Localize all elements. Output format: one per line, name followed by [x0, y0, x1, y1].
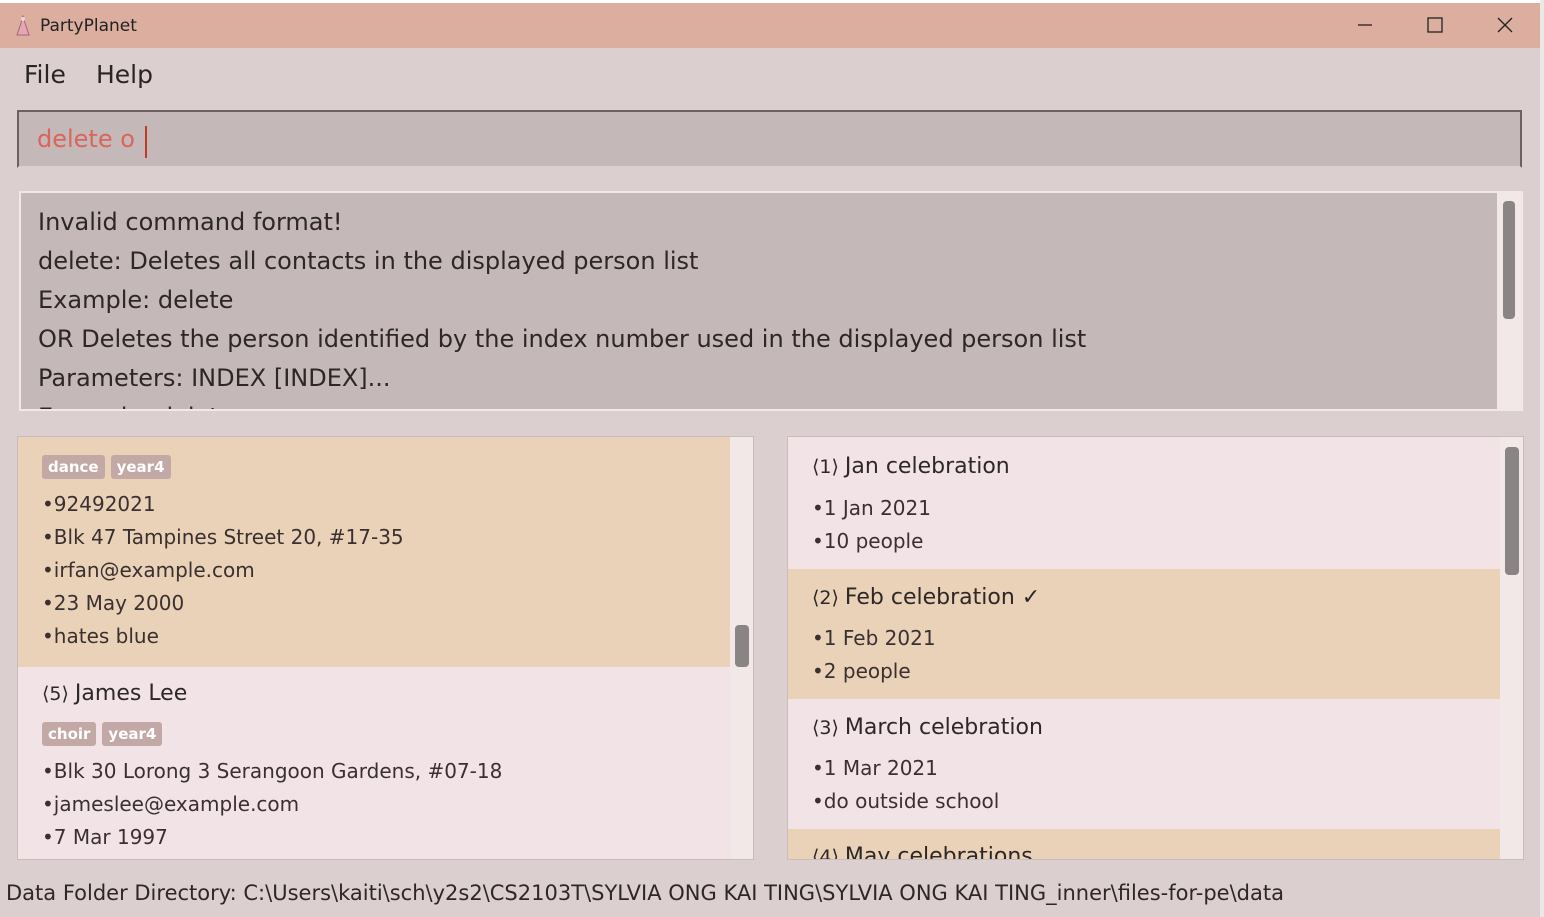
result-line: OR Deletes the person identified by the …	[38, 325, 1087, 353]
party-index: ⟨1⟩	[812, 456, 839, 478]
result-line: Example: delete	[38, 398, 1498, 409]
close-icon	[1497, 17, 1513, 33]
party-date: •1 Jan 2021	[812, 496, 931, 520]
party-card[interactable]: ⟨4⟩ May celebrations	[788, 829, 1500, 860]
person-tags: choir year4	[42, 722, 168, 746]
party-remark: •2 people	[812, 659, 911, 683]
maximize-button[interactable]	[1400, 3, 1470, 48]
party-name: Feb celebration ✓	[844, 585, 1041, 610]
person-phone: •92492021	[42, 492, 156, 516]
person-address: •Blk 30 Lorong 3 Serangoon Gardens, #07-…	[42, 759, 503, 783]
tag: year4	[110, 455, 171, 479]
person-tags: dance year4	[42, 455, 177, 479]
menu-file[interactable]: File	[24, 60, 66, 89]
person-email: •jameslee@example.com	[42, 792, 300, 816]
person-remark: •hates blue	[42, 624, 159, 648]
person-address: •Blk 47 Tampines Street 20, #17-35	[42, 525, 404, 549]
menu-help[interactable]: Help	[96, 60, 153, 89]
result-display[interactable]: Invalid command format! delete: Deletes …	[19, 191, 1523, 411]
status-bar-path: Data Folder Directory: C:\Users\kaiti\sc…	[6, 881, 1284, 905]
person-card[interactable]: ⟨5⟩ James Lee choir year4 •Blk 30 Lorong 3…	[18, 667, 730, 859]
person-birthday: •23 May 2000	[42, 591, 185, 615]
maximize-icon	[1427, 17, 1443, 33]
person-name: James Lee	[74, 681, 188, 706]
result-scrollbar[interactable]	[1497, 193, 1521, 409]
menu-bar: File Help	[0, 48, 1540, 103]
person-list-scrollbar[interactable]	[730, 437, 753, 859]
party-index: ⟨3⟩	[812, 717, 839, 739]
tag: dance	[42, 455, 105, 479]
person-card[interactable]: dance year4 •92492021 •Blk 47 Tampines St…	[18, 437, 730, 667]
person-card-header: ⟨5⟩ James Lee	[42, 681, 187, 706]
party-card[interactable]: ⟨1⟩ Jan celebration •1 Jan 2021 •10 peopl…	[788, 437, 1500, 569]
window-title: PartyPlanet	[40, 16, 137, 36]
party-index: ⟨4⟩	[812, 846, 839, 860]
tag: year4	[102, 722, 163, 746]
party-list-scrollbar-thumb[interactable]	[1505, 447, 1519, 575]
party-card-header: ⟨1⟩ Jan celebration	[812, 454, 1010, 479]
result-line: Parameters: INDEX [INDEX]...	[38, 364, 391, 392]
result-line: Invalid command format!	[38, 208, 343, 236]
party-card-header: ⟨3⟩ March celebration	[812, 715, 1043, 740]
party-date: •1 Feb 2021	[812, 626, 936, 650]
party-index: ⟨2⟩	[812, 587, 839, 609]
party-list-scrollbar[interactable]	[1500, 437, 1523, 859]
close-button[interactable]	[1470, 3, 1540, 48]
person-index: ⟨5⟩	[42, 683, 69, 705]
person-email: •irfan@example.com	[42, 558, 255, 582]
party-card-header: ⟨4⟩ May celebrations	[812, 844, 1033, 860]
tag: choir	[42, 722, 97, 746]
result-line: Example: delete	[38, 286, 234, 314]
text-caret	[145, 126, 147, 158]
background-window-edge	[1540, 0, 1544, 917]
result-text: Invalid command format! delete: Deletes …	[38, 203, 1498, 409]
title-bar[interactable]: PartyPlanet	[0, 3, 1540, 48]
party-name: May celebrations	[844, 844, 1033, 860]
command-input[interactable]	[19, 112, 1520, 166]
party-card[interactable]: ⟨2⟩ Feb celebration ✓ •1 Feb 2021 •2 peop…	[788, 569, 1500, 699]
party-name: March celebration	[844, 715, 1043, 740]
party-remark: •10 people	[812, 529, 924, 553]
minimize-icon	[1358, 24, 1372, 26]
party-card-header: ⟨2⟩ Feb celebration ✓	[812, 585, 1040, 610]
app-window: PartyPlanet File Help Invalid command fo…	[0, 3, 1540, 917]
party-remark: •do outside school	[812, 789, 1000, 813]
party-list[interactable]: ⟨1⟩ Jan celebration •1 Jan 2021 •10 peopl…	[787, 436, 1524, 860]
command-box[interactable]	[17, 110, 1522, 168]
app-logo-icon	[16, 15, 30, 36]
party-card[interactable]: ⟨3⟩ March celebration •1 Mar 2021 •do out…	[788, 699, 1500, 829]
person-list[interactable]: dance year4 •92492021 •Blk 47 Tampines St…	[17, 436, 754, 860]
minimize-button[interactable]	[1330, 3, 1400, 48]
person-birthday: •7 Mar 1997	[42, 825, 168, 849]
party-date: •1 Mar 2021	[812, 756, 938, 780]
result-scrollbar-thumb[interactable]	[1503, 201, 1515, 319]
person-list-scrollbar-thumb[interactable]	[735, 625, 749, 667]
party-name: Jan celebration	[844, 454, 1010, 479]
result-line: delete: Deletes all contacts in the disp…	[38, 247, 699, 275]
